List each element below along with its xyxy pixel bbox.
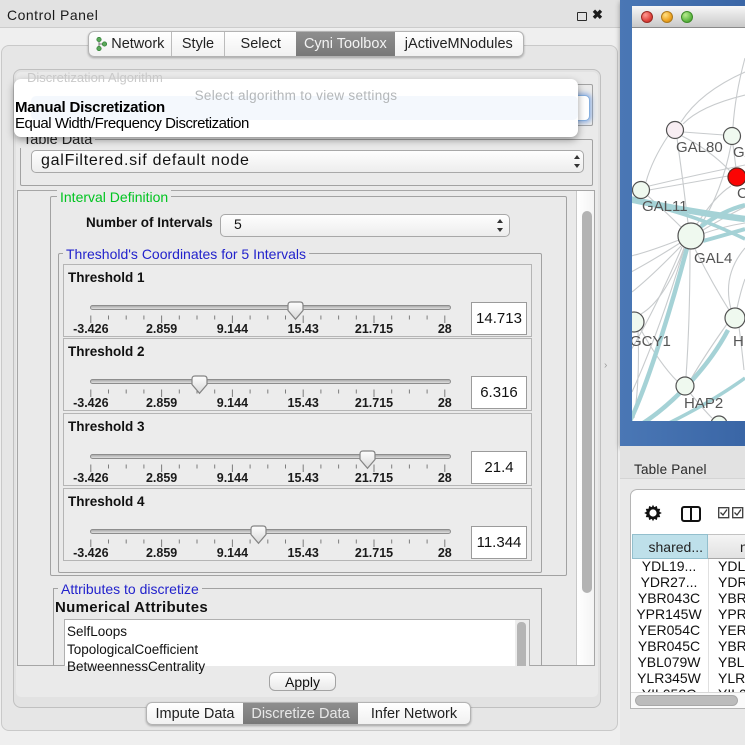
svg-text:H: H [733,333,744,350]
svg-text:CY: CY [737,185,745,202]
svg-text:HAP2: HAP2 [684,395,723,412]
svg-text:GAL11: GAL11 [642,198,688,215]
svg-text:GA: GA [733,144,745,161]
svg-text:GAL80: GAL80 [676,139,723,156]
svg-text:GCY1: GCY1 [632,333,671,350]
svg-text:GAL4: GAL4 [694,250,732,267]
